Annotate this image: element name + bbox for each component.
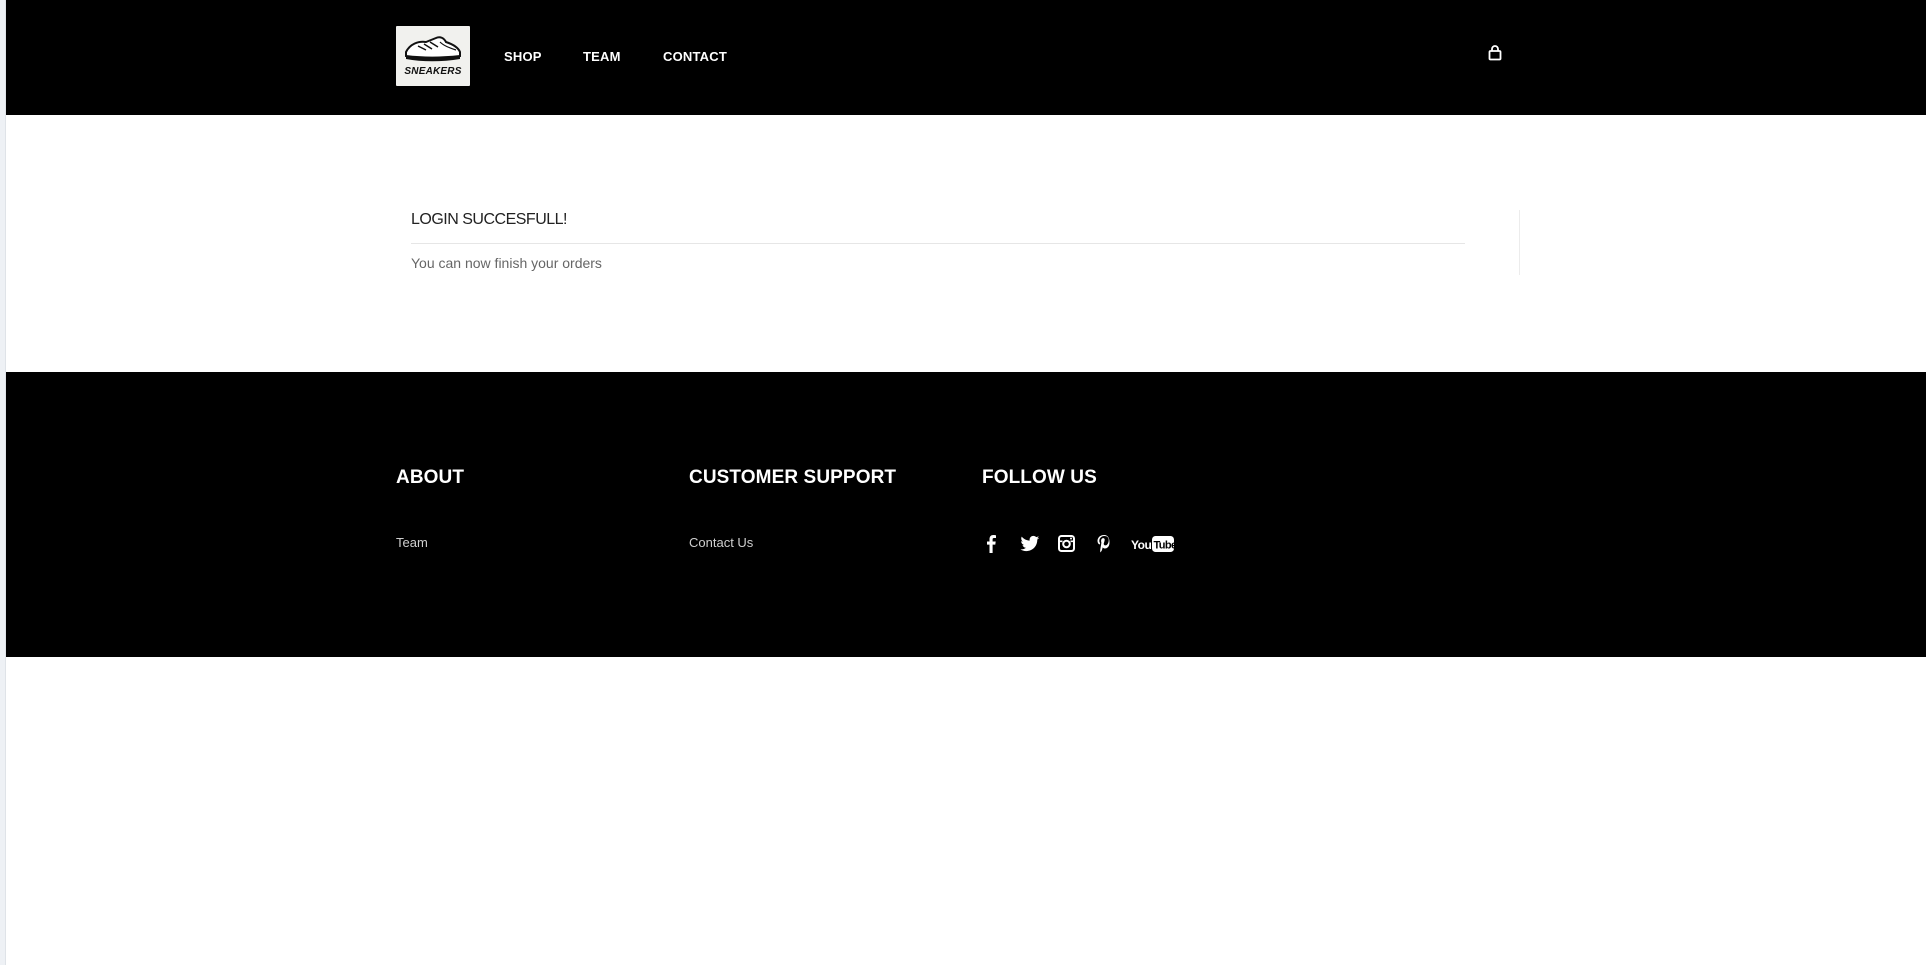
logo-text: SNEAKERS — [404, 66, 462, 77]
site-footer: ABOUT CUSTOMER SUPPORT FOLLOW US Team Co… — [6, 372, 1926, 657]
notice-message: You can now finish your orders — [411, 255, 602, 271]
site-header: SNEAKERS SHOP TEAM CONTACT — [6, 0, 1926, 115]
content-divider — [1519, 210, 1520, 275]
youtube-icon[interactable]: You Tube — [1131, 535, 1175, 553]
nav-team[interactable]: TEAM — [583, 49, 621, 64]
footer-heading-support: CUSTOMER SUPPORT — [689, 467, 897, 488]
footer-heading-about: ABOUT — [396, 467, 465, 488]
pinterest-icon[interactable] — [1097, 535, 1111, 553]
sneaker-logo-icon — [405, 36, 461, 62]
main-content: LOGIN SUCCESFULL! You can now finish you… — [6, 115, 1926, 372]
footer-heading-follow: FOLLOW US — [982, 467, 1097, 488]
title-divider — [411, 243, 1465, 244]
facebook-icon[interactable] — [986, 535, 998, 553]
nav-contact[interactable]: CONTACT — [663, 49, 727, 64]
page-title: LOGIN SUCCESFULL! — [411, 211, 567, 228]
nav-shop[interactable]: SHOP — [504, 49, 542, 64]
instagram-icon[interactable] — [1058, 535, 1075, 552]
logo[interactable]: SNEAKERS — [396, 26, 470, 86]
svg-text:Tube: Tube — [1154, 540, 1176, 552]
footer-link-team[interactable]: Team — [396, 535, 428, 550]
twitter-icon[interactable] — [1020, 535, 1040, 553]
footer-link-contact[interactable]: Contact Us — [689, 535, 753, 550]
svg-text:You: You — [1131, 538, 1151, 552]
shopping-bag-icon[interactable] — [1488, 45, 1502, 61]
